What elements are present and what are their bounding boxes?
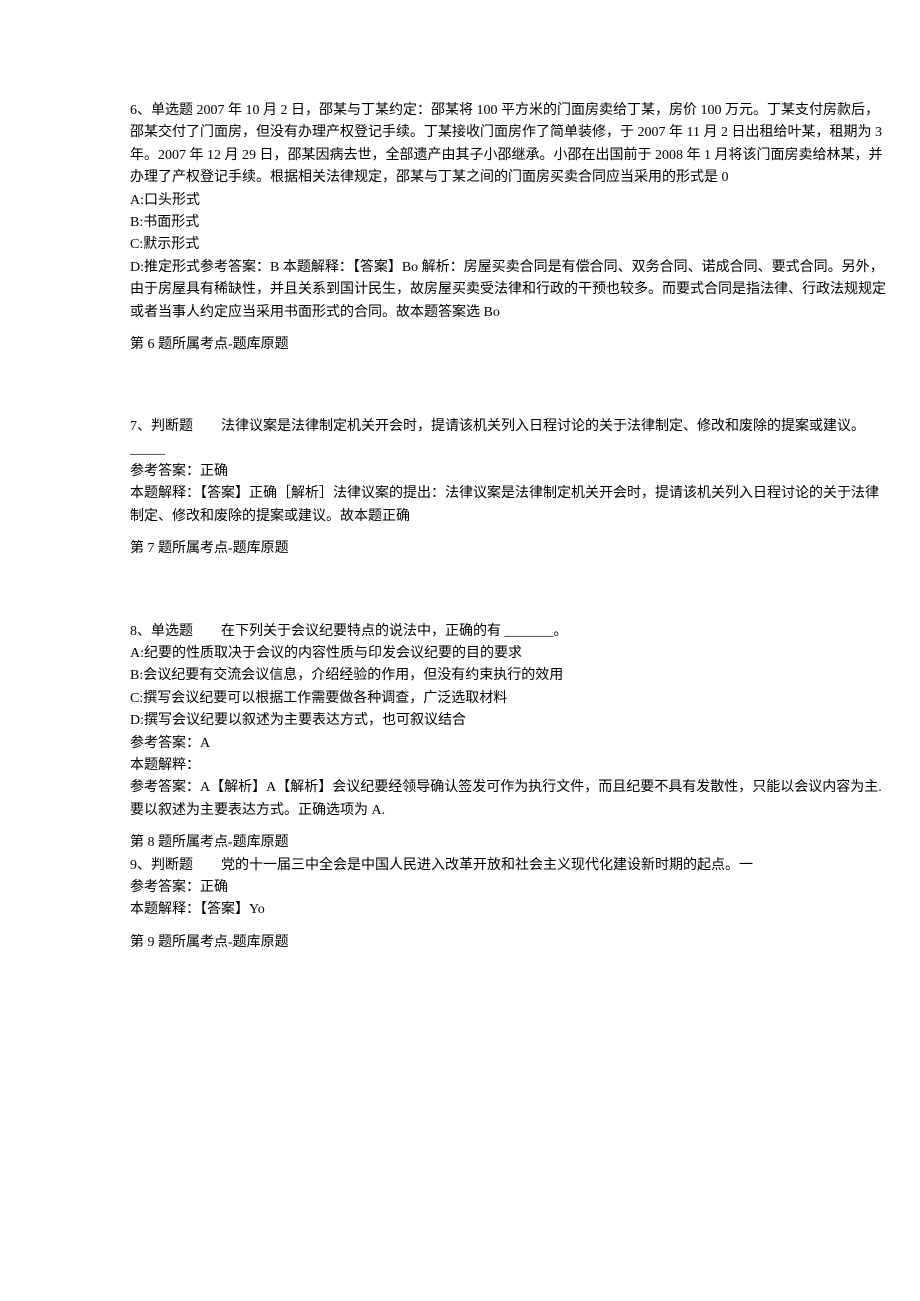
question-8-option-a: A:纪要的性质取决于会议的内容性质与印发会议纪要的目的要求 <box>130 643 890 665</box>
question-9: 9、判断题 党的十一届三中全会是中国人民进入改革开放和社会主义现代化建设新时期的… <box>130 855 890 922</box>
question-6-stem: 6、单选题 2007 年 10 月 2 日，邵某与丁某约定：邵某将 100 平方… <box>130 100 890 190</box>
question-9-footer: 第 9 题所属考点-题库原题 <box>130 932 890 954</box>
question-9-explain: 本题解释：【答案】Yo <box>130 899 890 921</box>
question-6-option-d-answer: D:推定形式参考答案：B 本题解释：【答案】Bo 解析：房屋买卖合同是有偿合同、… <box>130 257 890 324</box>
question-8-explain-label: 本题解粹： <box>130 755 890 777</box>
question-9-stem: 9、判断题 党的十一届三中全会是中国人民进入改革开放和社会主义现代化建设新时期的… <box>130 855 890 877</box>
question-8: 8、单选题 在下列关于会议纪要特点的说法中，正确的有 _______。 A:纪要… <box>130 621 890 823</box>
question-7: 7、判断题 法律议案是法律制定机关开会时，提请该机关列入日程讨论的关于法律制定、… <box>130 416 890 528</box>
question-8-option-b: B:会议纪要有交流会议信息，介绍经验的作用，但没有约束执行的效用 <box>130 665 890 687</box>
question-7-explain: 本题解释：【答案】正确［解析］法律议案的提出：法律议案是法律制定机关开会时，提请… <box>130 483 890 528</box>
question-6-option-a: A:口头形式 <box>130 190 890 212</box>
question-8-footer: 第 8 题所属考点-题库原题 <box>130 832 890 854</box>
question-6: 6、单选题 2007 年 10 月 2 日，邵某与丁某约定：邵某将 100 平方… <box>130 100 890 324</box>
question-8-stem: 8、单选题 在下列关于会议纪要特点的说法中，正确的有 _______。 <box>130 621 890 643</box>
question-6-option-b: B:书面形式 <box>130 212 890 234</box>
question-7-footer: 第 7 题所属考点-题库原题 <box>130 538 890 560</box>
question-8-option-c: C:撰写会议纪要可以根据工作需要做各种调查，广泛选取材料 <box>130 688 890 710</box>
question-8-explain: 参考答案：A【解析】A【解析】会议纪要经领导确认签发可作为执行文件，而且纪要不具… <box>130 777 890 822</box>
question-8-answer: 参考答案：A <box>130 733 890 755</box>
question-6-footer: 第 6 题所属考点-题库原题 <box>130 334 890 356</box>
question-8-option-d: D:撰写会议纪要以叙述为主要表达方式，也可叙议结合 <box>130 710 890 732</box>
question-9-answer: 参考答案：正确 <box>130 877 890 899</box>
document-page: 6、单选题 2007 年 10 月 2 日，邵某与丁某约定：邵某将 100 平方… <box>0 0 920 1054</box>
question-6-option-c: C:默示形式 <box>130 234 890 256</box>
question-7-stem: 7、判断题 法律议案是法律制定机关开会时，提请该机关列入日程讨论的关于法律制定、… <box>130 416 890 461</box>
question-7-answer: 参考答案：正确 <box>130 461 890 483</box>
